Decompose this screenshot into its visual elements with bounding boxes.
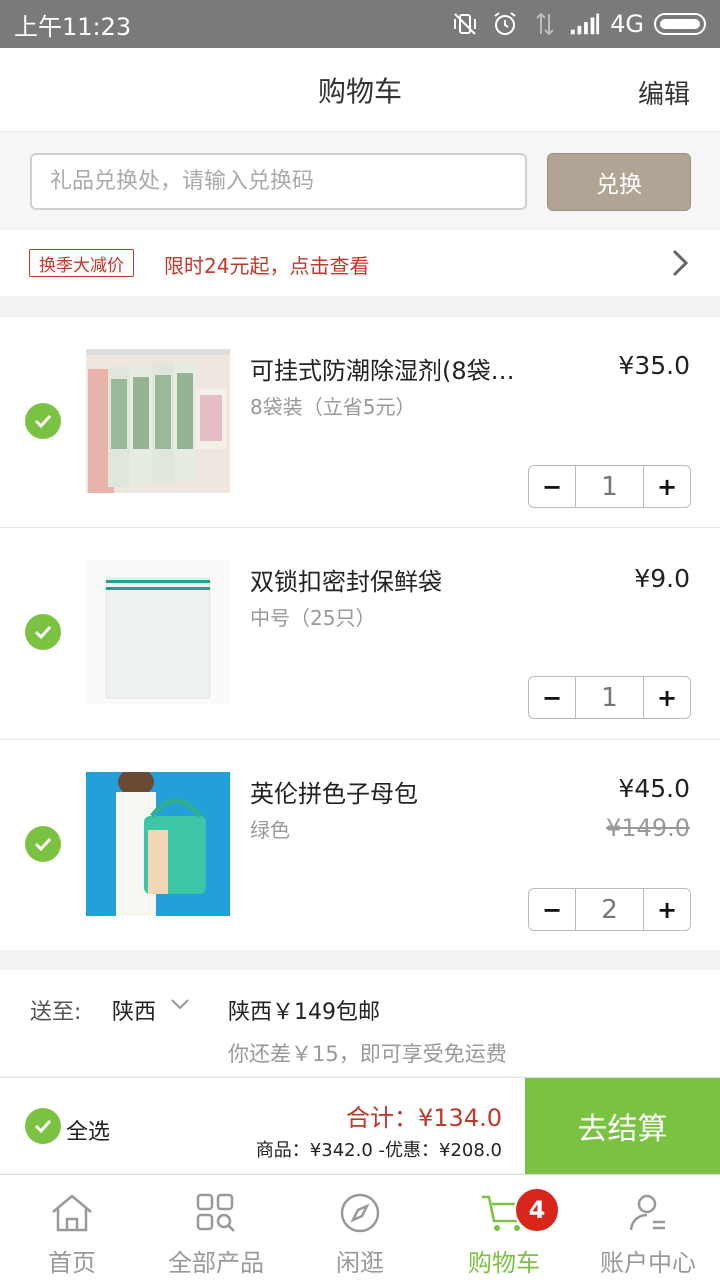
compass-icon: [336, 1189, 384, 1237]
user-icon: [624, 1189, 672, 1237]
select-all-checkbox[interactable]: [25, 1108, 61, 1144]
quantity-value[interactable]: 2: [575, 889, 644, 930]
tab-label: 首页: [48, 1249, 96, 1277]
decrease-button[interactable]: −: [529, 677, 575, 718]
promo-tag: 换季大减价: [29, 249, 134, 277]
tab-label: 全部产品: [168, 1249, 264, 1277]
status-bar: 上午11:23 4G: [0, 0, 720, 48]
redeem-code-input[interactable]: [30, 153, 527, 210]
tab-label: 账户中心: [600, 1249, 696, 1277]
chevron-right-icon: [670, 248, 690, 282]
cart-count-badge: 4: [514, 1187, 560, 1233]
page-header: 购物车 编辑: [0, 48, 720, 132]
product-spec: 绿色: [250, 818, 290, 842]
check-icon: [34, 414, 52, 429]
tab-cart[interactable]: 购物车 4: [432, 1175, 576, 1280]
vibrate-off-icon: [450, 9, 480, 39]
ship-to-label: 送至:: [30, 1000, 82, 1025]
network-type: 4G: [610, 10, 644, 38]
promo-banner[interactable]: 换季大减价 限时24元起，点击查看: [0, 230, 720, 296]
free-shipping-rule: 陕西￥149包邮: [228, 1000, 380, 1025]
product-name[interactable]: 双锁扣密封保鲜袋: [250, 562, 442, 597]
checkout-bar: 全选 合计：¥134.0 商品：¥342.0 -优惠：¥208.0 去结算: [0, 1077, 720, 1174]
tab-account[interactable]: 账户中心: [576, 1175, 720, 1280]
province-select[interactable]: 陕西: [112, 994, 156, 1026]
cart-item: 可挂式防潮除湿剂(8袋… 8袋装（立省5元） ¥35.0 − 1 +: [0, 317, 720, 527]
quantity-stepper: − 2 +: [528, 888, 691, 931]
product-image-handbag[interactable]: [86, 772, 230, 916]
grid-search-icon: [192, 1189, 240, 1237]
data-transfer-icon: [530, 9, 560, 39]
check-icon: [34, 1119, 52, 1134]
battery-icon: [654, 13, 706, 35]
item-checkbox[interactable]: [25, 403, 61, 439]
product-name[interactable]: 英伦拼色子母包: [250, 774, 418, 809]
select-all-label[interactable]: 全选: [66, 1114, 110, 1146]
status-icons: 4G: [450, 9, 706, 39]
product-name[interactable]: 可挂式防潮除湿剂(8袋…: [250, 351, 515, 386]
item-checkbox[interactable]: [25, 614, 61, 650]
increase-button[interactable]: +: [644, 889, 690, 930]
promo-text: 限时24元起，点击查看: [164, 254, 370, 278]
cart-item: 英伦拼色子母包 绿色 ¥45.0 ¥149.0 − 2 +: [0, 740, 720, 950]
quantity-value[interactable]: 1: [575, 677, 644, 718]
redeem-button[interactable]: 兑换: [547, 153, 691, 211]
product-price: ¥35.0: [618, 351, 690, 380]
status-time: 上午11:23: [14, 12, 132, 41]
check-icon: [34, 837, 52, 852]
increase-button[interactable]: +: [644, 466, 690, 507]
checkout-button[interactable]: 去结算: [525, 1078, 720, 1174]
quantity-stepper: − 1 +: [528, 676, 691, 719]
tab-label: 闲逛: [336, 1249, 384, 1277]
signal-icon: [570, 9, 600, 39]
increase-button[interactable]: +: [644, 677, 690, 718]
home-icon: [48, 1189, 96, 1237]
page-title: 购物车: [317, 74, 402, 108]
product-image-zipper-bag[interactable]: [86, 560, 230, 704]
item-checkbox[interactable]: [25, 826, 61, 862]
tab-all-products[interactable]: 全部产品: [144, 1175, 288, 1280]
tab-label: 购物车: [468, 1249, 540, 1277]
chevron-down-icon[interactable]: [170, 996, 190, 1015]
quantity-stepper: − 1 +: [528, 465, 691, 508]
order-breakdown: 商品：¥342.0 -优惠：¥208.0: [255, 1140, 502, 1161]
cart-item: 双锁扣密封保鲜袋 中号（25只） ¥9.0 − 1 +: [0, 528, 720, 738]
gift-redeem-bar: 兑换: [0, 133, 720, 227]
shipping-info: 送至: 陕西 陕西￥149包邮 你还差￥15，即可享受免运费: [0, 970, 720, 1076]
free-shipping-hint: 你还差￥15，即可享受免运费: [228, 1042, 507, 1066]
tab-home[interactable]: 首页: [0, 1175, 144, 1280]
order-total: 合计：¥134.0: [346, 1104, 502, 1132]
alarm-icon: [490, 9, 520, 39]
product-spec: 8袋装（立省5元）: [250, 395, 416, 419]
original-price: ¥149.0: [606, 814, 690, 842]
check-icon: [34, 625, 52, 640]
tab-browse[interactable]: 闲逛: [288, 1175, 432, 1280]
bottom-tab-bar: 首页 全部产品 闲逛 购物车 4 账户中心: [0, 1174, 720, 1280]
product-image-dehumidifier[interactable]: [86, 349, 230, 493]
product-spec: 中号（25只）: [250, 606, 376, 630]
decrease-button[interactable]: −: [529, 466, 575, 507]
decrease-button[interactable]: −: [529, 889, 575, 930]
edit-button[interactable]: 编辑: [638, 74, 690, 111]
quantity-value[interactable]: 1: [575, 466, 644, 507]
product-price: ¥45.0: [618, 774, 690, 803]
product-price: ¥9.0: [634, 564, 690, 593]
